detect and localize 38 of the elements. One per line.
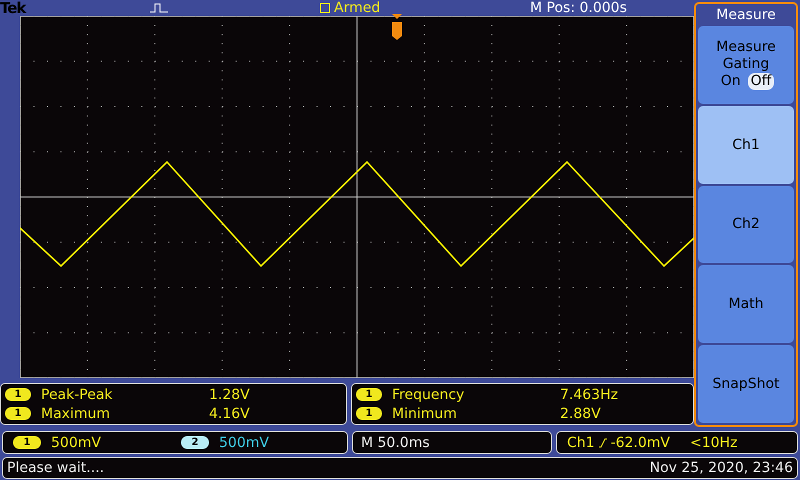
measurement-name: Minimum xyxy=(392,406,458,422)
pulse-icon xyxy=(150,3,168,13)
date-time: Nov 25, 2020, 23:46 xyxy=(650,460,793,476)
toggle-option[interactable]: On xyxy=(718,73,744,90)
menu-button-label: Measure Gating xyxy=(715,39,777,74)
channel-badge: 1 xyxy=(356,407,382,420)
menu-title: Measure xyxy=(715,6,777,24)
channel-scale: 500mV xyxy=(51,434,102,450)
trigger-level: -62.0mV xyxy=(610,434,670,450)
menu-button[interactable]: SnapShot xyxy=(698,345,794,423)
channel-badge: 1 xyxy=(13,436,41,449)
menu-button[interactable]: Ch2 xyxy=(698,186,794,264)
square-icon xyxy=(320,3,330,13)
brand-logo-text: Tek xyxy=(0,0,28,17)
rising-edge-icon xyxy=(598,438,607,448)
trigger-position-marker-icon xyxy=(391,14,403,40)
measurement-value: 4.16V xyxy=(209,406,250,422)
timebase-value: M 50.0ms xyxy=(361,434,430,450)
trigger-status: Armed xyxy=(334,0,380,16)
channel-badge: 2 xyxy=(181,436,209,449)
channel-badge: 1 xyxy=(356,388,382,401)
trigger-source: Ch1 xyxy=(567,434,595,450)
status-message: Please wait.... xyxy=(7,460,104,476)
measurement-name: Peak-Peak xyxy=(41,386,114,402)
toggle-option[interactable]: Off xyxy=(748,73,774,90)
horizontal-position: M Pos: 0.000s xyxy=(530,0,627,16)
channel-badge: 1 xyxy=(5,388,31,401)
channel-scale: 500mV xyxy=(219,434,270,450)
channel-badge: 1 xyxy=(5,407,31,420)
menu-button[interactable]: Ch1 xyxy=(698,106,794,184)
measurement-value: 1.28V xyxy=(209,386,250,402)
measurement-value: 7.463Hz xyxy=(560,386,618,402)
measurement-name: Maximum xyxy=(41,406,111,422)
measurement-name: Frequency xyxy=(392,386,466,402)
gating-menu-button[interactable]: Measure Gating On Off xyxy=(698,26,794,104)
measurement-value: 2.88V xyxy=(560,406,601,422)
menu-button[interactable]: Math xyxy=(698,265,794,344)
trigger-frequency: <10Hz xyxy=(690,434,738,450)
